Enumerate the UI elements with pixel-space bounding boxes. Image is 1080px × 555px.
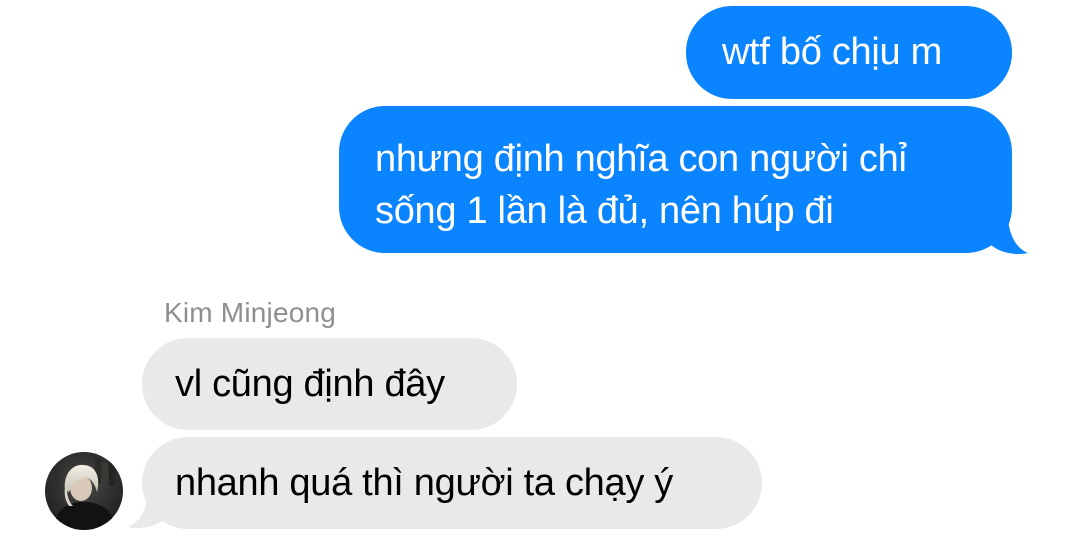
message-text: wtf bố chịu m: [722, 31, 942, 73]
sent-message-bubble[interactable]: nhưng định nghĩa con người chỉ sống 1 lầ…: [339, 106, 1012, 253]
message-thread: wtf bố chịu m nhưng định nghĩa con người…: [0, 0, 1080, 555]
received-message-bubble[interactable]: vl cũng định đây: [142, 338, 517, 430]
received-message-bubble[interactable]: nhanh quá thì người ta chạy ý: [142, 437, 762, 529]
contact-photo-avatar-icon: [45, 452, 123, 530]
sent-bubble-tail: [990, 220, 1028, 254]
sent-message-bubble[interactable]: wtf bố chịu m: [686, 6, 1012, 99]
message-text: nhanh quá thì người ta chạy ý: [175, 462, 673, 504]
message-text: nhưng định nghĩa con người chỉ sống 1 lầ…: [375, 138, 907, 232]
received-bubble-tail: [128, 494, 166, 528]
sender-name: Kim Minjeong: [164, 297, 337, 328]
message-text: vl cũng định đây: [175, 363, 445, 405]
contact-avatar[interactable]: [45, 452, 123, 530]
